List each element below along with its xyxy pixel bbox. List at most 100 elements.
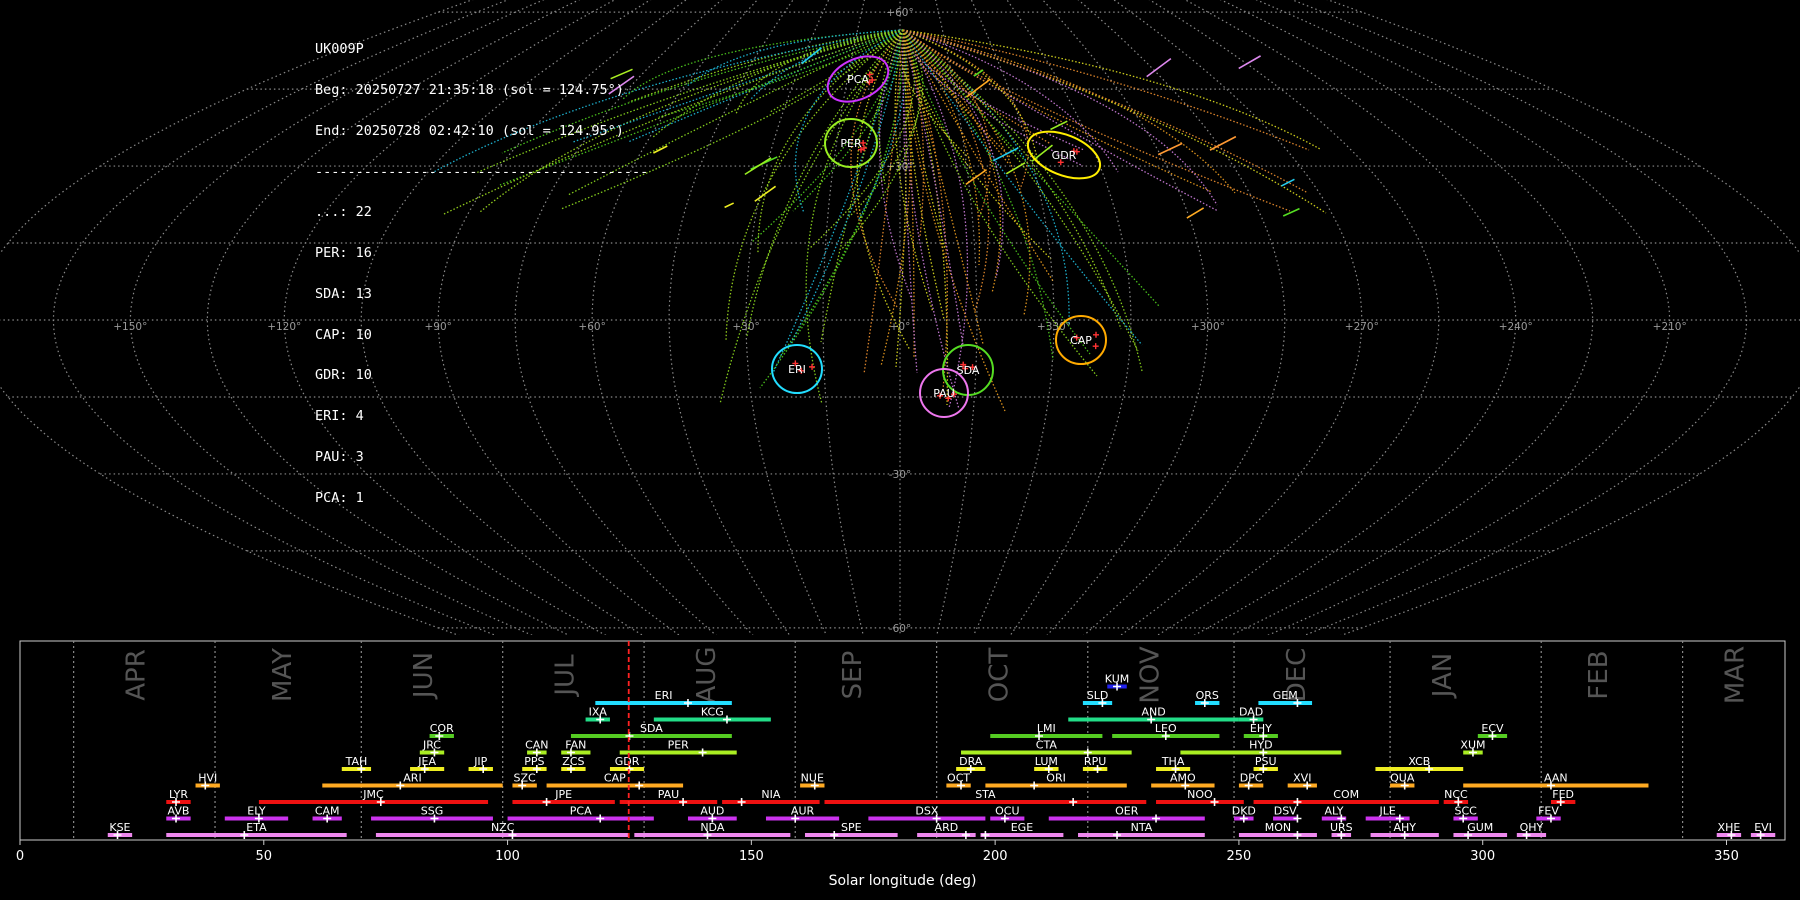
meteor-segment	[965, 168, 988, 186]
shower-label: KUM	[1105, 673, 1129, 686]
meteor-segment	[653, 145, 668, 154]
radiant-point	[1092, 343, 1099, 350]
radiant-sky-map: +180°+150°+120°+90°+60°+30°+0°+330°+300°…	[0, 0, 1800, 635]
shower-label: AAN	[1544, 772, 1568, 785]
shower-label: XUM	[1460, 739, 1485, 752]
shower-label: MON	[1265, 821, 1291, 834]
shower-label: GUM	[1467, 821, 1493, 834]
shower-label: XHE	[1718, 821, 1741, 834]
shower-label: TAH	[345, 755, 368, 768]
month-label: MAR	[1721, 646, 1751, 704]
longitude-label: +120°	[267, 321, 301, 333]
observation-summary: UK009P Beg: 20250727 21:35:18 (sol = 124…	[315, 16, 648, 519]
meteor-segment	[1209, 135, 1237, 151]
shower-label: PCA	[570, 805, 592, 818]
meteor-trail	[902, 29, 1070, 325]
shower-label: NIA	[761, 788, 780, 801]
shower-label: JRC	[422, 739, 441, 752]
shower-label: LEO	[1155, 722, 1177, 735]
shower-label: EGE	[1011, 821, 1033, 834]
count-line: ...: 22	[315, 204, 372, 221]
station-name: UK009P	[315, 41, 364, 58]
shower-label: ECV	[1481, 722, 1504, 735]
radiant-markers: PCAPERGDRCAPERI SDAPAU	[771, 55, 1107, 418]
shower-label: NZC	[491, 821, 515, 834]
count-line: ERI: 4	[315, 408, 364, 425]
shower-label: JEA	[417, 755, 436, 768]
meteor-trail	[902, 29, 1006, 412]
longitude-label: +0°	[890, 321, 911, 333]
shower-label: NUE	[801, 772, 824, 785]
shower-label: CTA	[1036, 739, 1058, 752]
meteor-trail	[759, 29, 904, 389]
shower-label: DPC	[1240, 772, 1263, 785]
meteor-segment	[1005, 162, 1026, 175]
shower-label: KSE	[109, 821, 130, 834]
shower-label: EHY	[1250, 722, 1272, 735]
shower-label: NDA	[700, 821, 725, 834]
meridian-line	[1255, 0, 1671, 635]
month-label: FEB	[1584, 650, 1614, 699]
shower-label: DSX	[915, 805, 938, 818]
meteor-trail	[902, 29, 1052, 145]
shower-label: LYR	[169, 788, 188, 801]
month-label: OCT	[985, 648, 1015, 703]
meridian-line	[668, 0, 794, 635]
radiant-label: GDR	[1052, 149, 1077, 162]
shower-label: LUM	[1035, 755, 1058, 768]
meteor-trail	[902, 29, 946, 250]
meteor-trail	[902, 29, 945, 320]
longitude-label: +210°	[1653, 321, 1687, 333]
shower-label: NCC	[1444, 788, 1468, 801]
shower-label: AHY	[1393, 821, 1416, 834]
count-line: PER: 16	[315, 245, 372, 262]
shower-label: GDR	[615, 755, 640, 768]
x-tick-label: 300	[1470, 849, 1495, 864]
meteor-segment	[754, 185, 777, 202]
month-label: JUL	[551, 654, 581, 698]
x-tick-label: 200	[983, 849, 1008, 864]
shower-label: JLE	[1378, 805, 1395, 818]
shower-label: XVI	[1293, 772, 1311, 785]
shower-label: CAM	[315, 805, 340, 818]
meteor-trail	[719, 29, 904, 405]
shower-label: ORS	[1196, 689, 1219, 702]
x-tick-label: 50	[256, 849, 273, 864]
shower-label: ELY	[247, 805, 266, 818]
month-label: JAN	[1428, 653, 1458, 699]
meteor-trail	[902, 29, 1219, 212]
shower-label: FED	[1552, 788, 1574, 801]
shower-label: DSV	[1274, 805, 1297, 818]
shower-label: SLD	[1087, 689, 1109, 702]
meridian-line	[935, 0, 978, 635]
meteor-segment	[1157, 142, 1183, 156]
month-label: SEP	[838, 651, 868, 700]
shower-label: NTA	[1131, 821, 1153, 834]
shower-label: COR	[430, 722, 454, 735]
longitude-label: +150°	[113, 321, 147, 333]
month-label: AUG	[692, 647, 722, 704]
shower-label: JMC	[362, 788, 384, 801]
shower-label: KCG	[701, 706, 724, 719]
shower-label: ORI	[1046, 772, 1066, 785]
x-tick-label: 100	[495, 849, 520, 864]
shower-label: PSU	[1255, 755, 1277, 768]
shower-label: AND	[1141, 706, 1165, 719]
meteor-trail	[902, 29, 1054, 361]
shower-label: DAD	[1239, 706, 1263, 719]
shower-label: CAP	[604, 772, 626, 785]
shower-label: HVI	[198, 772, 217, 785]
shower-label: GEM	[1273, 689, 1298, 702]
shower-label: OCU	[995, 805, 1019, 818]
shower-label: DRA	[959, 755, 983, 768]
x-axis-label: Solar longitude (deg)	[829, 873, 977, 889]
shower-label: FAN	[565, 739, 586, 752]
meridian-line	[1219, 0, 1594, 635]
latitude-label: +60°	[886, 7, 913, 19]
end-time: End: 20250728 02:42:10 (sol = 124.95°)	[315, 122, 624, 139]
meteor-segment	[1186, 207, 1205, 219]
meteor-trail	[757, 29, 904, 255]
longitude-label: +240°	[1499, 321, 1533, 333]
shower-label: ERI	[655, 689, 673, 702]
shower-label: JIP	[473, 755, 487, 768]
